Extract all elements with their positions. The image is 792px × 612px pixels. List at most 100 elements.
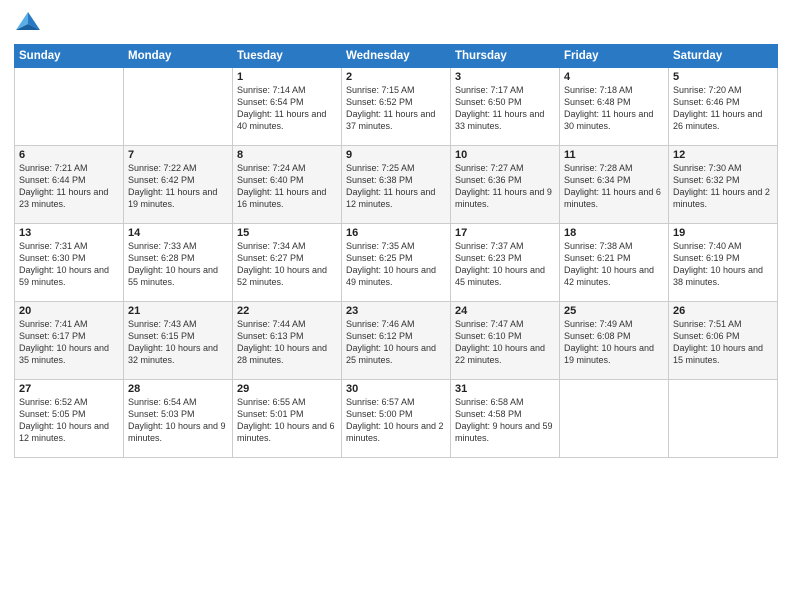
day-number: 7	[128, 149, 228, 161]
day-number: 31	[455, 383, 555, 395]
calendar-cell: 22Sunrise: 7:44 AM Sunset: 6:13 PM Dayli…	[233, 302, 342, 380]
day-info: Sunrise: 7:44 AM Sunset: 6:13 PM Dayligh…	[237, 318, 337, 367]
day-info: Sunrise: 7:14 AM Sunset: 6:54 PM Dayligh…	[237, 84, 337, 133]
calendar-cell: 13Sunrise: 7:31 AM Sunset: 6:30 PM Dayli…	[15, 224, 124, 302]
day-number: 13	[19, 227, 119, 239]
day-info: Sunrise: 7:38 AM Sunset: 6:21 PM Dayligh…	[564, 240, 664, 289]
calendar-cell: 30Sunrise: 6:57 AM Sunset: 5:00 PM Dayli…	[342, 380, 451, 458]
day-number: 15	[237, 227, 337, 239]
calendar-cell	[15, 68, 124, 146]
day-info: Sunrise: 7:21 AM Sunset: 6:44 PM Dayligh…	[19, 162, 119, 211]
day-number: 2	[346, 71, 446, 83]
day-number: 4	[564, 71, 664, 83]
day-header-saturday: Saturday	[669, 45, 778, 68]
calendar-cell: 27Sunrise: 6:52 AM Sunset: 5:05 PM Dayli…	[15, 380, 124, 458]
day-number: 26	[673, 305, 773, 317]
day-number: 28	[128, 383, 228, 395]
day-info: Sunrise: 7:40 AM Sunset: 6:19 PM Dayligh…	[673, 240, 773, 289]
day-info: Sunrise: 7:15 AM Sunset: 6:52 PM Dayligh…	[346, 84, 446, 133]
day-info: Sunrise: 6:58 AM Sunset: 4:58 PM Dayligh…	[455, 396, 555, 445]
calendar-cell	[124, 68, 233, 146]
calendar: SundayMondayTuesdayWednesdayThursdayFrid…	[14, 44, 778, 458]
day-info: Sunrise: 7:24 AM Sunset: 6:40 PM Dayligh…	[237, 162, 337, 211]
calendar-cell: 25Sunrise: 7:49 AM Sunset: 6:08 PM Dayli…	[560, 302, 669, 380]
day-number: 24	[455, 305, 555, 317]
calendar-cell: 12Sunrise: 7:30 AM Sunset: 6:32 PM Dayli…	[669, 146, 778, 224]
day-number: 19	[673, 227, 773, 239]
calendar-cell: 6Sunrise: 7:21 AM Sunset: 6:44 PM Daylig…	[15, 146, 124, 224]
calendar-cell: 31Sunrise: 6:58 AM Sunset: 4:58 PM Dayli…	[451, 380, 560, 458]
day-info: Sunrise: 7:43 AM Sunset: 6:15 PM Dayligh…	[128, 318, 228, 367]
calendar-cell: 28Sunrise: 6:54 AM Sunset: 5:03 PM Dayli…	[124, 380, 233, 458]
calendar-cell: 19Sunrise: 7:40 AM Sunset: 6:19 PM Dayli…	[669, 224, 778, 302]
logo	[14, 10, 46, 38]
calendar-cell: 5Sunrise: 7:20 AM Sunset: 6:46 PM Daylig…	[669, 68, 778, 146]
day-number: 9	[346, 149, 446, 161]
calendar-cell: 17Sunrise: 7:37 AM Sunset: 6:23 PM Dayli…	[451, 224, 560, 302]
day-info: Sunrise: 7:30 AM Sunset: 6:32 PM Dayligh…	[673, 162, 773, 211]
day-number: 17	[455, 227, 555, 239]
day-number: 21	[128, 305, 228, 317]
calendar-cell	[560, 380, 669, 458]
day-info: Sunrise: 7:35 AM Sunset: 6:25 PM Dayligh…	[346, 240, 446, 289]
calendar-cell: 15Sunrise: 7:34 AM Sunset: 6:27 PM Dayli…	[233, 224, 342, 302]
day-info: Sunrise: 7:49 AM Sunset: 6:08 PM Dayligh…	[564, 318, 664, 367]
day-info: Sunrise: 7:17 AM Sunset: 6:50 PM Dayligh…	[455, 84, 555, 133]
day-number: 12	[673, 149, 773, 161]
day-info: Sunrise: 7:51 AM Sunset: 6:06 PM Dayligh…	[673, 318, 773, 367]
calendar-cell: 9Sunrise: 7:25 AM Sunset: 6:38 PM Daylig…	[342, 146, 451, 224]
day-number: 20	[19, 305, 119, 317]
day-info: Sunrise: 7:41 AM Sunset: 6:17 PM Dayligh…	[19, 318, 119, 367]
day-number: 18	[564, 227, 664, 239]
day-info: Sunrise: 7:28 AM Sunset: 6:34 PM Dayligh…	[564, 162, 664, 211]
day-number: 23	[346, 305, 446, 317]
day-info: Sunrise: 7:37 AM Sunset: 6:23 PM Dayligh…	[455, 240, 555, 289]
day-info: Sunrise: 7:34 AM Sunset: 6:27 PM Dayligh…	[237, 240, 337, 289]
day-number: 29	[237, 383, 337, 395]
calendar-cell: 4Sunrise: 7:18 AM Sunset: 6:48 PM Daylig…	[560, 68, 669, 146]
day-header-friday: Friday	[560, 45, 669, 68]
day-number: 25	[564, 305, 664, 317]
day-number: 22	[237, 305, 337, 317]
calendar-cell: 11Sunrise: 7:28 AM Sunset: 6:34 PM Dayli…	[560, 146, 669, 224]
calendar-cell: 20Sunrise: 7:41 AM Sunset: 6:17 PM Dayli…	[15, 302, 124, 380]
day-header-monday: Monday	[124, 45, 233, 68]
day-info: Sunrise: 7:25 AM Sunset: 6:38 PM Dayligh…	[346, 162, 446, 211]
calendar-cell: 14Sunrise: 7:33 AM Sunset: 6:28 PM Dayli…	[124, 224, 233, 302]
day-info: Sunrise: 6:52 AM Sunset: 5:05 PM Dayligh…	[19, 396, 119, 445]
day-number: 6	[19, 149, 119, 161]
calendar-cell	[669, 380, 778, 458]
calendar-cell: 23Sunrise: 7:46 AM Sunset: 6:12 PM Dayli…	[342, 302, 451, 380]
day-header-wednesday: Wednesday	[342, 45, 451, 68]
day-header-thursday: Thursday	[451, 45, 560, 68]
day-info: Sunrise: 7:27 AM Sunset: 6:36 PM Dayligh…	[455, 162, 555, 211]
calendar-cell: 26Sunrise: 7:51 AM Sunset: 6:06 PM Dayli…	[669, 302, 778, 380]
day-info: Sunrise: 7:18 AM Sunset: 6:48 PM Dayligh…	[564, 84, 664, 133]
day-info: Sunrise: 7:33 AM Sunset: 6:28 PM Dayligh…	[128, 240, 228, 289]
day-info: Sunrise: 6:55 AM Sunset: 5:01 PM Dayligh…	[237, 396, 337, 445]
calendar-cell: 8Sunrise: 7:24 AM Sunset: 6:40 PM Daylig…	[233, 146, 342, 224]
day-number: 3	[455, 71, 555, 83]
day-info: Sunrise: 7:47 AM Sunset: 6:10 PM Dayligh…	[455, 318, 555, 367]
day-info: Sunrise: 7:46 AM Sunset: 6:12 PM Dayligh…	[346, 318, 446, 367]
day-info: Sunrise: 6:57 AM Sunset: 5:00 PM Dayligh…	[346, 396, 446, 445]
calendar-cell: 24Sunrise: 7:47 AM Sunset: 6:10 PM Dayli…	[451, 302, 560, 380]
day-info: Sunrise: 7:22 AM Sunset: 6:42 PM Dayligh…	[128, 162, 228, 211]
calendar-cell: 21Sunrise: 7:43 AM Sunset: 6:15 PM Dayli…	[124, 302, 233, 380]
day-number: 10	[455, 149, 555, 161]
calendar-cell: 16Sunrise: 7:35 AM Sunset: 6:25 PM Dayli…	[342, 224, 451, 302]
day-number: 27	[19, 383, 119, 395]
calendar-cell: 3Sunrise: 7:17 AM Sunset: 6:50 PM Daylig…	[451, 68, 560, 146]
day-number: 30	[346, 383, 446, 395]
day-number: 5	[673, 71, 773, 83]
logo-icon	[14, 10, 42, 38]
calendar-cell: 18Sunrise: 7:38 AM Sunset: 6:21 PM Dayli…	[560, 224, 669, 302]
day-header-sunday: Sunday	[15, 45, 124, 68]
day-number: 8	[237, 149, 337, 161]
day-number: 14	[128, 227, 228, 239]
calendar-cell: 10Sunrise: 7:27 AM Sunset: 6:36 PM Dayli…	[451, 146, 560, 224]
day-number: 1	[237, 71, 337, 83]
day-info: Sunrise: 6:54 AM Sunset: 5:03 PM Dayligh…	[128, 396, 228, 445]
calendar-cell: 29Sunrise: 6:55 AM Sunset: 5:01 PM Dayli…	[233, 380, 342, 458]
day-number: 16	[346, 227, 446, 239]
